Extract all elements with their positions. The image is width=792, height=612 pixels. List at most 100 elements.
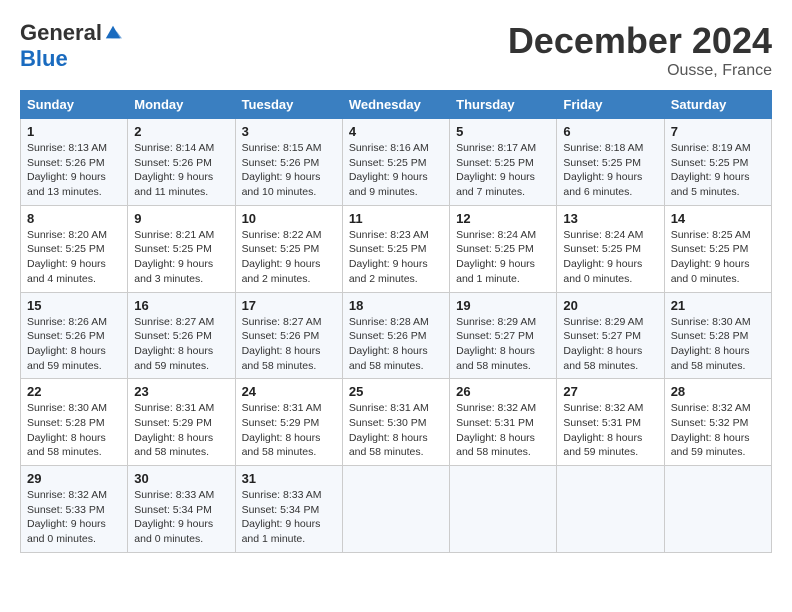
day-number: 20 [563,298,657,313]
day-number: 12 [456,211,550,226]
calendar-cell: 7 Sunrise: 8:19 AMSunset: 5:25 PMDaylight… [664,119,771,206]
day-number: 11 [349,211,443,226]
day-number: 28 [671,384,765,399]
day-number: 6 [563,124,657,139]
calendar-cell: 30Sunrise: 8:33 AMSunset: 5:34 PMDayligh… [128,466,235,553]
calendar-cell: 18 Sunrise: 8:28 AMSunset: 5:26 PMDayligh… [342,292,449,379]
day-info: Sunrise: 8:15 AMSunset: 5:26 PMDaylight:… [242,141,336,200]
day-number: 31 [242,471,336,486]
day-number: 3 [242,124,336,139]
logo-blue-text: Blue [20,46,68,72]
day-info: Sunrise: 8:33 AMSunset: 5:34 PMDaylight:… [134,488,228,547]
day-info: Sunrise: 8:27 AMSunset: 5:26 PMDaylight:… [134,315,228,374]
day-number: 19 [456,298,550,313]
day-number: 26 [456,384,550,399]
day-number: 16 [134,298,228,313]
day-info: Sunrise: 8:22 AMSunset: 5:25 PMDaylight:… [242,228,336,287]
calendar-week-row: 1 Sunrise: 8:13 AMSunset: 5:26 PMDaylight… [21,119,772,206]
day-info: Sunrise: 8:29 AMSunset: 5:27 PMDaylight:… [456,315,550,374]
day-number: 17 [242,298,336,313]
day-number: 24 [242,384,336,399]
day-number: 25 [349,384,443,399]
weekday-header-wednesday: Wednesday [342,91,449,119]
calendar-table: SundayMondayTuesdayWednesdayThursdayFrid… [20,90,772,553]
weekday-header-friday: Friday [557,91,664,119]
day-info: Sunrise: 8:20 AMSunset: 5:25 PMDaylight:… [27,228,121,287]
calendar-week-row: 8 Sunrise: 8:20 AMSunset: 5:25 PMDaylight… [21,205,772,292]
weekday-header-thursday: Thursday [450,91,557,119]
day-number: 22 [27,384,121,399]
day-info: Sunrise: 8:25 AMSunset: 5:25 PMDaylight:… [671,228,765,287]
calendar-cell: 23 Sunrise: 8:31 AMSunset: 5:29 PMDayligh… [128,379,235,466]
location-text: Ousse, France [508,62,772,80]
calendar-cell: 15 Sunrise: 8:26 AMSunset: 5:26 PMDayligh… [21,292,128,379]
day-number: 15 [27,298,121,313]
day-number: 1 [27,124,121,139]
day-info: Sunrise: 8:32 AMSunset: 5:31 PMDaylight:… [456,401,550,460]
calendar-cell: 25 Sunrise: 8:31 AMSunset: 5:30 PMDayligh… [342,379,449,466]
calendar-cell: 16 Sunrise: 8:27 AMSunset: 5:26 PMDayligh… [128,292,235,379]
logo-general-text: General [20,20,102,46]
calendar-cell [557,466,664,553]
weekday-header-sunday: Sunday [21,91,128,119]
day-info: Sunrise: 8:16 AMSunset: 5:25 PMDaylight:… [349,141,443,200]
calendar-cell: 3 Sunrise: 8:15 AMSunset: 5:26 PMDaylight… [235,119,342,206]
day-number: 5 [456,124,550,139]
calendar-cell: 2Sunrise: 8:14 AMSunset: 5:26 PMDaylight… [128,119,235,206]
day-info: Sunrise: 8:32 AMSunset: 5:33 PMDaylight:… [27,488,121,547]
calendar-cell [450,466,557,553]
calendar-cell: 19 Sunrise: 8:29 AMSunset: 5:27 PMDayligh… [450,292,557,379]
day-info: Sunrise: 8:27 AMSunset: 5:26 PMDaylight:… [242,315,336,374]
calendar-cell [664,466,771,553]
calendar-cell: 6Sunrise: 8:18 AMSunset: 5:25 PMDaylight… [557,119,664,206]
calendar-week-row: 15 Sunrise: 8:26 AMSunset: 5:26 PMDayligh… [21,292,772,379]
day-number: 8 [27,211,121,226]
day-info: Sunrise: 8:23 AMSunset: 5:25 PMDaylight:… [349,228,443,287]
calendar-cell: 12 Sunrise: 8:24 AMSunset: 5:25 PMDayligh… [450,205,557,292]
calendar-cell: 26 Sunrise: 8:32 AMSunset: 5:31 PMDayligh… [450,379,557,466]
calendar-cell: 9Sunrise: 8:21 AMSunset: 5:25 PMDaylight… [128,205,235,292]
logo-icon [104,24,122,42]
weekday-header-row: SundayMondayTuesdayWednesdayThursdayFrid… [21,91,772,119]
calendar-cell: 10Sunrise: 8:22 AMSunset: 5:25 PMDayligh… [235,205,342,292]
calendar-cell: 5 Sunrise: 8:17 AMSunset: 5:25 PMDaylight… [450,119,557,206]
day-info: Sunrise: 8:31 AMSunset: 5:30 PMDaylight:… [349,401,443,460]
day-info: Sunrise: 8:17 AMSunset: 5:25 PMDaylight:… [456,141,550,200]
day-number: 18 [349,298,443,313]
day-number: 7 [671,124,765,139]
day-number: 9 [134,211,228,226]
calendar-cell: 24Sunrise: 8:31 AMSunset: 5:29 PMDayligh… [235,379,342,466]
day-number: 23 [134,384,228,399]
calendar-cell: 13Sunrise: 8:24 AMSunset: 5:25 PMDayligh… [557,205,664,292]
calendar-cell: 22 Sunrise: 8:30 AMSunset: 5:28 PMDayligh… [21,379,128,466]
calendar-cell: 8 Sunrise: 8:20 AMSunset: 5:25 PMDaylight… [21,205,128,292]
calendar-week-row: 29Sunrise: 8:32 AMSunset: 5:33 PMDayligh… [21,466,772,553]
day-info: Sunrise: 8:24 AMSunset: 5:25 PMDaylight:… [456,228,550,287]
day-info: Sunrise: 8:32 AMSunset: 5:32 PMDaylight:… [671,401,765,460]
day-info: Sunrise: 8:30 AMSunset: 5:28 PMDaylight:… [27,401,121,460]
day-info: Sunrise: 8:19 AMSunset: 5:25 PMDaylight:… [671,141,765,200]
day-info: Sunrise: 8:31 AMSunset: 5:29 PMDaylight:… [134,401,228,460]
day-info: Sunrise: 8:32 AMSunset: 5:31 PMDaylight:… [563,401,657,460]
calendar-cell: 31 Sunrise: 8:33 AMSunset: 5:34 PMDayligh… [235,466,342,553]
calendar-cell: 21Sunrise: 8:30 AMSunset: 5:28 PMDayligh… [664,292,771,379]
day-number: 4 [349,124,443,139]
calendar-cell: 4 Sunrise: 8:16 AMSunset: 5:25 PMDaylight… [342,119,449,206]
calendar-cell: 28 Sunrise: 8:32 AMSunset: 5:32 PMDayligh… [664,379,771,466]
month-title: December 2024 [508,20,772,62]
day-number: 27 [563,384,657,399]
day-info: Sunrise: 8:26 AMSunset: 5:26 PMDaylight:… [27,315,121,374]
calendar-week-row: 22 Sunrise: 8:30 AMSunset: 5:28 PMDayligh… [21,379,772,466]
day-info: Sunrise: 8:28 AMSunset: 5:26 PMDaylight:… [349,315,443,374]
day-number: 14 [671,211,765,226]
day-info: Sunrise: 8:30 AMSunset: 5:28 PMDaylight:… [671,315,765,374]
calendar-cell: 1 Sunrise: 8:13 AMSunset: 5:26 PMDaylight… [21,119,128,206]
page-header: General Blue December 2024 Ousse, France [20,20,772,80]
title-block: December 2024 Ousse, France [508,20,772,80]
calendar-cell: 29Sunrise: 8:32 AMSunset: 5:33 PMDayligh… [21,466,128,553]
day-info: Sunrise: 8:14 AMSunset: 5:26 PMDaylight:… [134,141,228,200]
day-info: Sunrise: 8:29 AMSunset: 5:27 PMDaylight:… [563,315,657,374]
day-info: Sunrise: 8:13 AMSunset: 5:26 PMDaylight:… [27,141,121,200]
day-info: Sunrise: 8:33 AMSunset: 5:34 PMDaylight:… [242,488,336,547]
calendar-cell: 11 Sunrise: 8:23 AMSunset: 5:25 PMDayligh… [342,205,449,292]
